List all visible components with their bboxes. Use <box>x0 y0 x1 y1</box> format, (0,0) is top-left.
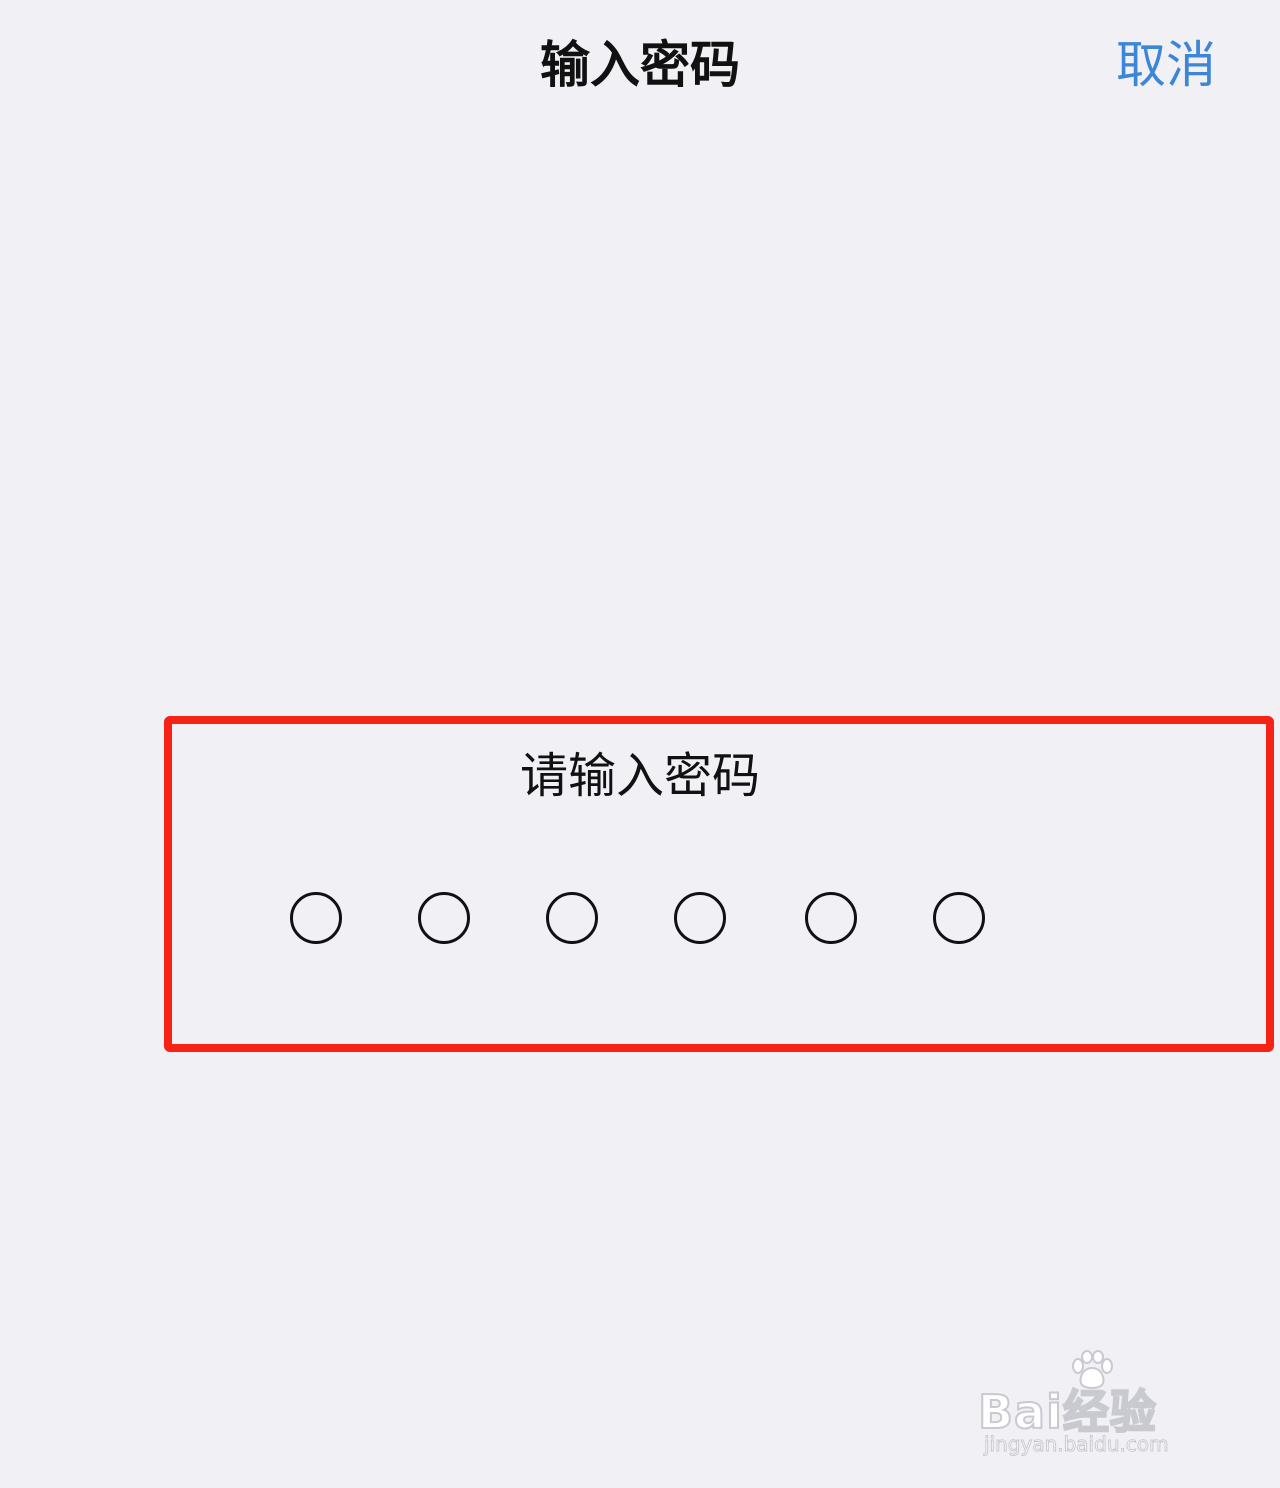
passcode-dot <box>290 892 342 944</box>
nav-title: 输入密码 <box>540 36 740 94</box>
passcode-dot <box>418 892 470 944</box>
passcode-prompt: 请输入密码 <box>519 748 760 804</box>
cancel-button[interactable]: 取消 <box>1116 30 1216 100</box>
passcode-dot <box>933 892 985 944</box>
passcode-dot <box>674 892 726 944</box>
watermark-url: jingyan.baidu.com <box>984 1432 1170 1457</box>
baidu-watermark: Bai经验 jingyan.baidu.com <box>977 1350 1218 1460</box>
passcode-dot <box>805 892 857 944</box>
passcode-dot <box>546 892 598 944</box>
